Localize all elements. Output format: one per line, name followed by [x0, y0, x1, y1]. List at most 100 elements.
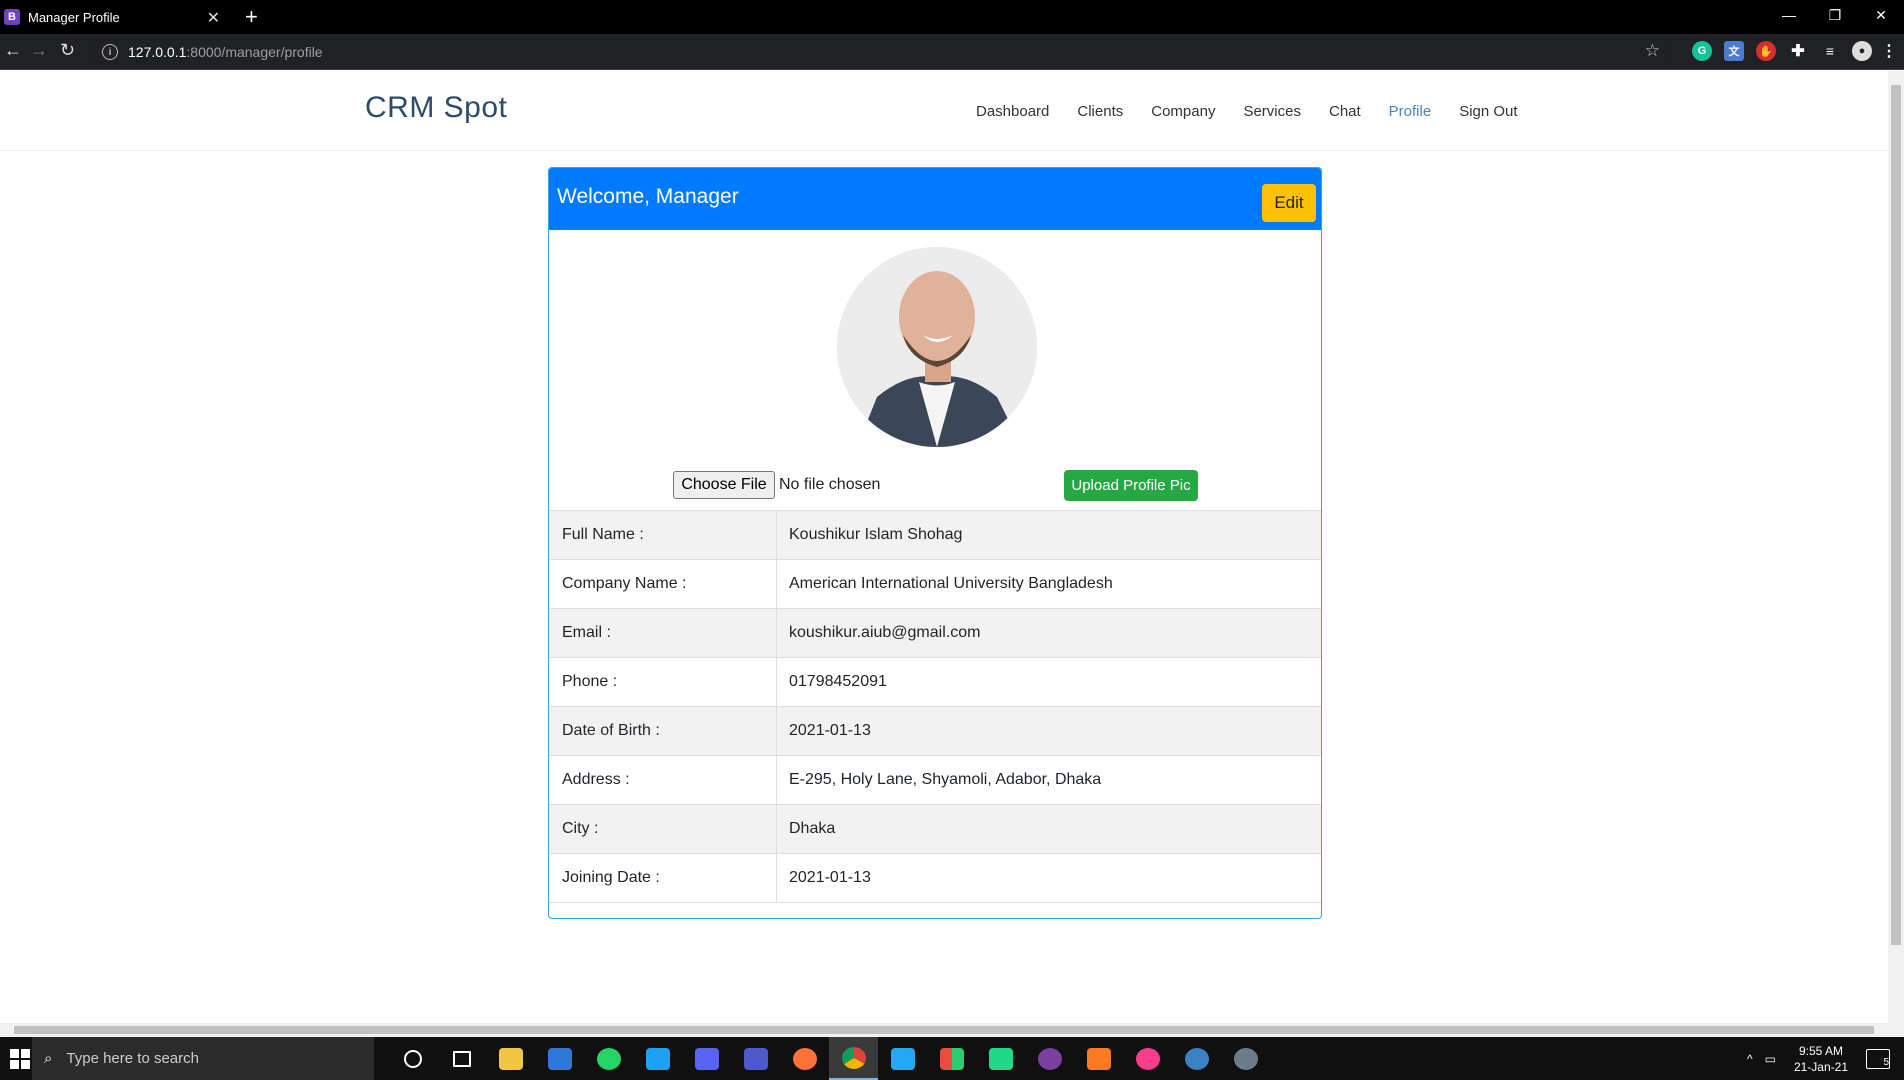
field-value: koushikur.aiub@gmail.com: [789, 624, 981, 641]
nav-company[interactable]: Company: [1151, 103, 1215, 120]
field-label: City :: [549, 805, 777, 853]
web-page: CRM Spot Dashboard Clients Company Servi…: [0, 71, 1888, 1023]
nav-sign-out[interactable]: Sign Out: [1459, 103, 1517, 120]
card-header: Welcome, Manager Edit: [549, 168, 1321, 230]
reading-list-icon[interactable]: ≡: [1820, 41, 1840, 61]
reload-icon[interactable]: ↻: [60, 40, 75, 61]
notification-center-icon[interactable]: 5: [1866, 1048, 1890, 1069]
table-row: Email : koushikur.aiub@gmail.com: [549, 609, 1321, 658]
windows-start-icon[interactable]: [10, 1049, 30, 1069]
extension-icons: G 文 ✋ ✚ ≡ ● ⋮: [1692, 41, 1897, 61]
field-value: 2021-01-13: [789, 722, 871, 739]
teams-icon[interactable]: [731, 1037, 780, 1080]
profile-avatar-icon[interactable]: ●: [1852, 41, 1872, 61]
table-row: Phone : 01798452091: [549, 658, 1321, 707]
grammarly-icon[interactable]: G: [1692, 41, 1712, 61]
field-value: E-295, Holy Lane, Shyamoli, Adabor, Dhak…: [789, 771, 1102, 788]
window-controls: — ❐ ✕: [1766, 0, 1904, 30]
taskbar-search[interactable]: ⌕ Type here to search: [32, 1037, 374, 1080]
twitter-icon[interactable]: [633, 1037, 682, 1080]
pycharm-icon[interactable]: [976, 1037, 1025, 1080]
no-file-text: No file chosen: [779, 476, 881, 493]
back-icon[interactable]: ←: [4, 40, 22, 61]
nav-links: Dashboard Clients Company Services Chat …: [976, 103, 1518, 120]
field-label: Date of Birth :: [549, 707, 777, 755]
task-view-icon[interactable]: [437, 1037, 486, 1080]
system-tray: ^ ▭ 9:55 AM 21-Jan-21 5: [1747, 1037, 1904, 1080]
vscode-icon[interactable]: [878, 1037, 927, 1080]
adblock-icon[interactable]: ✋: [1756, 41, 1776, 61]
bookmark-star-icon[interactable]: ☆: [1645, 41, 1660, 61]
nav-services[interactable]: Services: [1243, 103, 1301, 120]
field-label: Company Name :: [549, 560, 777, 608]
itunes-icon[interactable]: [1123, 1037, 1172, 1080]
choose-file-button[interactable]: Choose File: [673, 471, 775, 499]
close-window-icon[interactable]: ✕: [1858, 0, 1904, 30]
profile-info-table: Full Name : Koushikur Islam Shohag Compa…: [549, 510, 1321, 903]
restore-icon[interactable]: ❐: [1812, 0, 1858, 30]
field-label: Full Name :: [549, 511, 777, 559]
table-row: City : Dhaka: [549, 805, 1321, 854]
vertical-scrollbar[interactable]: [1888, 71, 1904, 1023]
field-label: Phone :: [549, 658, 777, 706]
chrome-icon[interactable]: [829, 1037, 878, 1080]
upload-profile-pic-button[interactable]: Upload Profile Pic: [1064, 470, 1198, 501]
translate-icon[interactable]: 文: [1724, 41, 1744, 61]
tray-chevron-icon[interactable]: ^: [1747, 1052, 1753, 1066]
taskbar-apps: [388, 1037, 1270, 1080]
search-icon: ⌕: [44, 1050, 53, 1067]
table-row: Company Name : American International Un…: [549, 560, 1321, 609]
tab-title: Manager Profile: [28, 9, 120, 25]
xampp-icon[interactable]: [1074, 1037, 1123, 1080]
field-value: Koushikur Islam Shohag: [789, 526, 963, 543]
mail-icon[interactable]: [535, 1037, 584, 1080]
field-value: American International University Bangla…: [789, 575, 1113, 592]
field-label: Email :: [549, 609, 777, 657]
discord-icon[interactable]: [682, 1037, 731, 1080]
new-tab-icon[interactable]: +: [245, 4, 258, 30]
field-value: 01798452091: [789, 673, 887, 690]
field-value: Dhaka: [789, 820, 836, 837]
forward-icon[interactable]: →: [30, 40, 48, 61]
purple-app-icon[interactable]: [1025, 1037, 1074, 1080]
nav-dashboard[interactable]: Dashboard: [976, 103, 1049, 120]
field-label: Joining Date :: [549, 854, 777, 902]
edit-button[interactable]: Edit: [1262, 184, 1316, 222]
file-explorer-icon[interactable]: [486, 1037, 535, 1080]
bug-app-icon[interactable]: [1221, 1037, 1270, 1080]
profile-card: Welcome, Manager Edit Choose File No fil…: [548, 167, 1322, 919]
browser-menu-icon[interactable]: ⋮: [1881, 41, 1897, 61]
table-row: Full Name : Koushikur Islam Shohag: [549, 511, 1321, 560]
cortana-icon[interactable]: [388, 1037, 437, 1080]
browser-tab-strip: B Manager Profile ✕ + — ❐ ✕: [0, 0, 1904, 34]
table-row: Date of Birth : 2021-01-13: [549, 707, 1321, 756]
tab-close-icon[interactable]: ✕: [207, 8, 220, 28]
upload-row: Choose File No file chosen Upload Profil…: [549, 468, 1321, 508]
url-bar[interactable]: i 127.0.0.1:8000/manager/profile ☆: [92, 38, 1672, 66]
site-info-icon[interactable]: i: [102, 44, 118, 60]
windows-taskbar: ⌕ Type here to search ^ ▭ 9:55 AM 21-Jan…: [0, 1037, 1904, 1080]
nav-clients[interactable]: Clients: [1077, 103, 1123, 120]
welcome-title: Welcome, Manager: [557, 185, 739, 208]
nav-chat[interactable]: Chat: [1329, 103, 1361, 120]
bootstrap-favicon-icon: B: [4, 9, 20, 25]
qbittorrent-icon[interactable]: [1172, 1037, 1221, 1080]
url-text[interactable]: 127.0.0.1:8000/manager/profile: [128, 44, 323, 60]
firefox-icon[interactable]: [780, 1037, 829, 1080]
field-label: Address :: [549, 756, 777, 804]
profile-photo: [837, 247, 1037, 447]
site-navbar: CRM Spot Dashboard Clients Company Servi…: [0, 71, 1888, 151]
network-icon[interactable]: ▭: [1765, 1052, 1776, 1066]
clock[interactable]: 9:55 AM 21-Jan-21: [1794, 1043, 1848, 1075]
whatsapp-icon[interactable]: [584, 1037, 633, 1080]
browser-tab[interactable]: B Manager Profile ✕: [0, 0, 230, 34]
search-placeholder: Type here to search: [66, 1050, 199, 1067]
colorful-grid-icon[interactable]: [927, 1037, 976, 1080]
field-value: 2021-01-13: [789, 869, 871, 886]
nav-profile[interactable]: Profile: [1389, 103, 1432, 120]
brand-logo[interactable]: CRM Spot: [365, 91, 507, 125]
table-row: Address : E-295, Holy Lane, Shyamoli, Ad…: [549, 756, 1321, 805]
horizontal-scrollbar[interactable]: [0, 1023, 1904, 1037]
minimize-icon[interactable]: —: [1766, 0, 1812, 30]
extensions-puzzle-icon[interactable]: ✚: [1788, 41, 1808, 61]
